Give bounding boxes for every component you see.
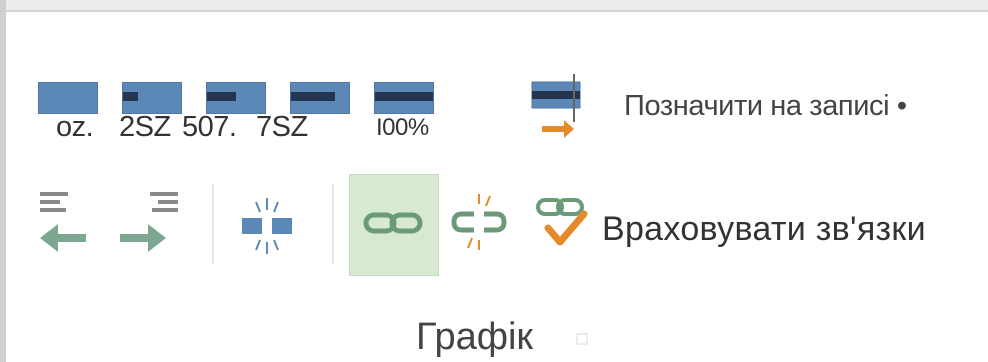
percent-bar-icon xyxy=(374,82,434,114)
outdent-task-icon xyxy=(40,192,86,252)
percent-50-label: 507. xyxy=(182,111,237,143)
percent-0-label: oz. xyxy=(56,111,94,143)
mark-on-track-label: Позначити на записі • xyxy=(624,90,907,122)
percent-75-label: 7SZ xyxy=(256,111,308,143)
percent-25-label: 2SZ xyxy=(119,111,171,143)
percent-fill xyxy=(291,92,335,101)
percent-bar-icon xyxy=(290,82,350,114)
ribbon-top-border xyxy=(0,0,988,12)
window-left-border xyxy=(0,0,6,362)
percent-fill xyxy=(123,92,138,101)
indent-task-icon xyxy=(120,192,178,252)
indent-task-button[interactable] xyxy=(112,184,182,264)
unlink-tasks-button[interactable] xyxy=(444,184,514,264)
mark-on-track-icon xyxy=(531,74,581,138)
group-title: Графік xyxy=(416,316,534,358)
respect-links-button[interactable] xyxy=(524,184,594,264)
separator xyxy=(332,184,334,264)
unlink-tasks-icon xyxy=(451,194,507,250)
percent-fill xyxy=(375,92,433,101)
split-task-button[interactable] xyxy=(232,184,302,264)
outdent-task-button[interactable] xyxy=(36,184,106,264)
separator xyxy=(212,184,214,264)
percent-bar-icon xyxy=(122,82,182,114)
percent-bar-icon xyxy=(38,82,98,114)
link-tasks-button[interactable] xyxy=(349,174,439,276)
split-task-icon xyxy=(242,198,292,254)
link-tasks-icon xyxy=(363,212,423,234)
dialog-launcher-icon[interactable] xyxy=(576,333,588,345)
mark-on-track-button[interactable] xyxy=(530,68,590,138)
percent-100-label: I00% xyxy=(376,114,429,141)
percent-bar-icon xyxy=(206,82,266,114)
respect-links-icon xyxy=(536,198,588,246)
percent-fill xyxy=(207,92,236,101)
schedule-group: oz. 2SZ 507. 7SZ I00% Позначити на запис… xyxy=(14,14,974,362)
respect-links-label: Враховувати зв'язки xyxy=(602,210,926,248)
